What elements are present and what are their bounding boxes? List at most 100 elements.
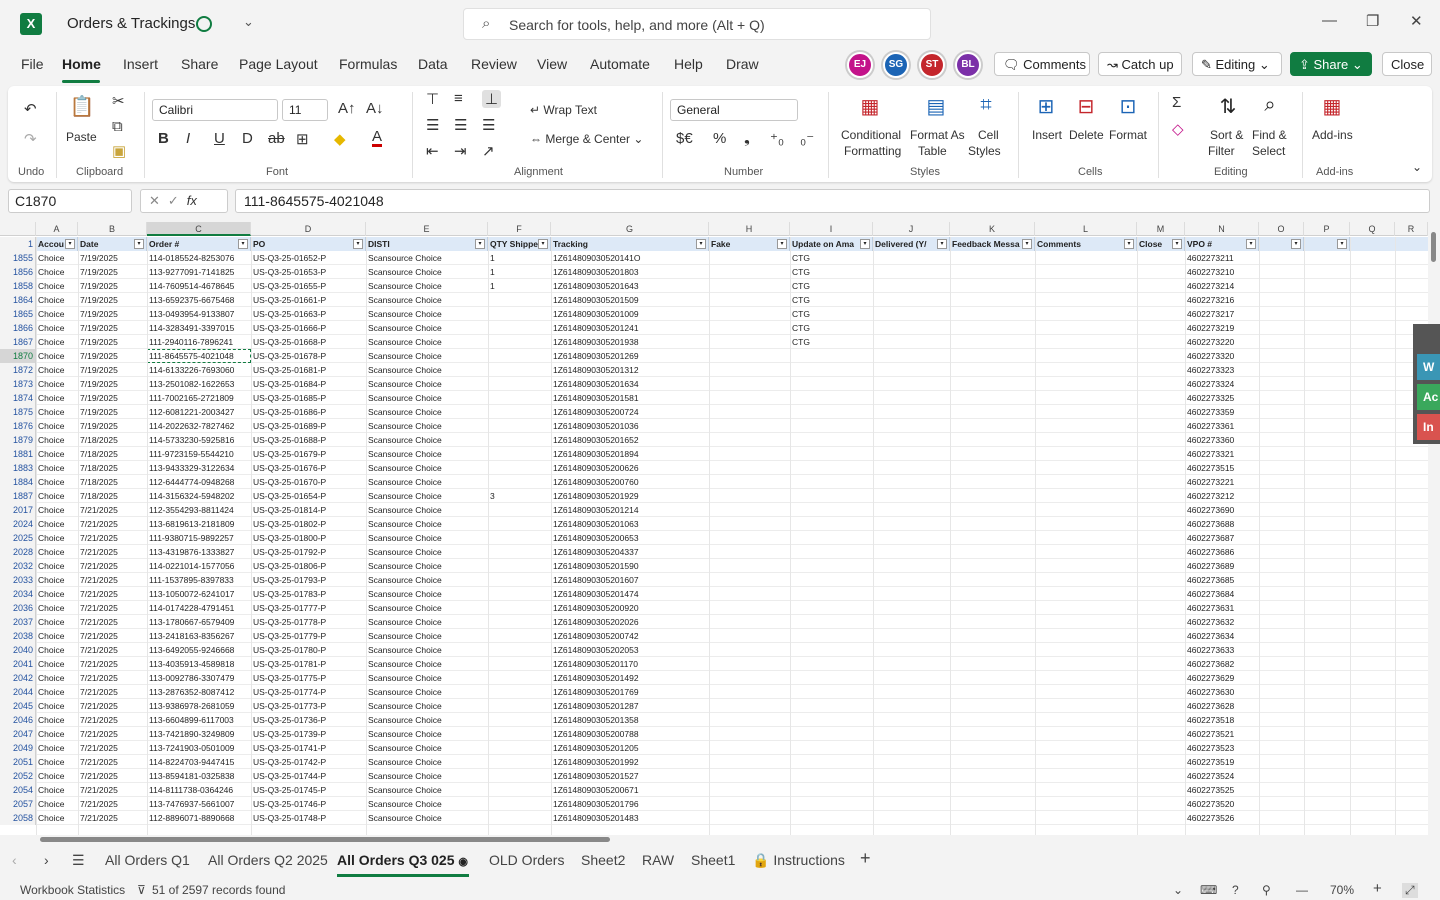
cell[interactable] — [1035, 391, 1137, 405]
cell[interactable]: Scansource Choice — [366, 587, 488, 601]
cell[interactable] — [1035, 335, 1137, 349]
cell[interactable]: 4602273515 — [1185, 461, 1259, 475]
cell[interactable]: 4602273524 — [1185, 769, 1259, 783]
cell[interactable]: Choice — [36, 741, 78, 755]
cell-styles-button[interactable]: Cell — [978, 128, 999, 142]
row-header[interactable]: 1855 — [0, 251, 36, 265]
column-header-k[interactable]: K — [950, 222, 1035, 236]
sort-filter-button[interactable]: Sort & — [1210, 128, 1243, 142]
cell[interactable]: 4602273684 — [1185, 587, 1259, 601]
cell[interactable] — [873, 433, 950, 447]
column-header-n[interactable]: N — [1185, 222, 1259, 236]
font-color-icon[interactable]: A — [372, 129, 383, 147]
column-header-j[interactable]: J — [873, 222, 950, 236]
cell[interactable] — [873, 265, 950, 279]
cell[interactable] — [488, 461, 551, 475]
close-button[interactable]: Close — [1382, 52, 1432, 76]
cell[interactable] — [1035, 433, 1137, 447]
cell[interactable]: CTG — [790, 251, 873, 265]
cell[interactable] — [950, 293, 1035, 307]
cell[interactable]: 1Z6148090305202026 — [551, 615, 709, 629]
cell[interactable]: 1Z6148090305201590 — [551, 559, 709, 573]
cell[interactable] — [488, 685, 551, 699]
cell[interactable]: 4602273219 — [1185, 321, 1259, 335]
row-header[interactable]: 1875 — [0, 405, 36, 419]
ribbon-collapse-chevron-icon[interactable]: ⌄ — [1412, 160, 1422, 174]
cell[interactable] — [790, 531, 873, 545]
cell[interactable]: 7/19/2025 — [78, 251, 147, 265]
cell[interactable]: 1Z6148090305201607 — [551, 573, 709, 587]
cell[interactable] — [790, 461, 873, 475]
cell[interactable]: 7/19/2025 — [78, 265, 147, 279]
cell[interactable]: Choice — [36, 461, 78, 475]
currency-format-button[interactable]: $€ — [676, 130, 693, 147]
cell[interactable] — [790, 629, 873, 643]
cell[interactable]: 113-2418163-8356267 — [147, 629, 251, 643]
cell[interactable] — [1137, 741, 1185, 755]
cell[interactable]: US-Q3-25-01689-P — [251, 419, 366, 433]
cell[interactable] — [873, 419, 950, 433]
menu-data[interactable]: Data — [418, 56, 448, 72]
cell[interactable] — [1035, 405, 1137, 419]
sheet-tab[interactable]: Sheet1 — [691, 852, 735, 868]
cell[interactable]: Choice — [36, 531, 78, 545]
cell[interactable] — [488, 503, 551, 517]
cell[interactable]: 4602273320 — [1185, 349, 1259, 363]
cell[interactable]: 4602273631 — [1185, 601, 1259, 615]
cell[interactable] — [873, 629, 950, 643]
cell[interactable]: US-Q3-25-01793-P — [251, 573, 366, 587]
column-header-b[interactable]: B — [78, 222, 147, 236]
cell[interactable] — [790, 769, 873, 783]
cell[interactable]: Choice — [36, 307, 78, 321]
cell[interactable] — [790, 685, 873, 699]
cell[interactable] — [950, 321, 1035, 335]
cell[interactable] — [790, 713, 873, 727]
filter-dropdown-icon[interactable]: ▾ — [1022, 239, 1032, 249]
row-header[interactable]: 1876 — [0, 419, 36, 433]
column-header-i[interactable]: I — [790, 222, 873, 236]
cell[interactable]: Scansource Choice — [366, 797, 488, 811]
filter-dropdown-icon[interactable]: ▾ — [134, 239, 144, 249]
row-header[interactable]: 2028 — [0, 545, 36, 559]
cell[interactable]: 7/21/2025 — [78, 531, 147, 545]
cell[interactable]: 7/21/2025 — [78, 783, 147, 797]
cell[interactable] — [873, 251, 950, 265]
cell[interactable] — [1035, 517, 1137, 531]
cell[interactable] — [790, 545, 873, 559]
cell[interactable] — [1137, 643, 1185, 657]
cell[interactable]: 1 — [488, 251, 551, 265]
cell[interactable]: 111-9723159-5544210 — [147, 447, 251, 461]
cell[interactable] — [950, 335, 1035, 349]
delete-cells-button[interactable]: Delete — [1069, 128, 1104, 142]
cell[interactable] — [1035, 559, 1137, 573]
cell[interactable]: 7/18/2025 — [78, 433, 147, 447]
cell[interactable] — [488, 349, 551, 363]
cell[interactable] — [1137, 713, 1185, 727]
cell[interactable]: CTG — [790, 335, 873, 349]
cell[interactable] — [790, 783, 873, 797]
cell[interactable]: 1Z6148090305201581 — [551, 391, 709, 405]
cell[interactable] — [873, 293, 950, 307]
cell[interactable] — [873, 279, 950, 293]
paste-icon[interactable]: 📋 — [66, 94, 98, 124]
cell[interactable] — [950, 797, 1035, 811]
cell[interactable] — [709, 405, 790, 419]
font-family-select[interactable]: Calibri — [152, 99, 278, 121]
cell[interactable] — [950, 657, 1035, 671]
avatar[interactable]: BL — [955, 52, 981, 78]
cell[interactable]: 7/18/2025 — [78, 447, 147, 461]
cell[interactable] — [1035, 615, 1137, 629]
cell[interactable] — [873, 559, 950, 573]
cell[interactable]: US-Q3-25-01663-P — [251, 307, 366, 321]
cell[interactable] — [1137, 769, 1185, 783]
catch-up-button[interactable]: ↝ Catch up — [1098, 52, 1182, 76]
cell[interactable] — [950, 783, 1035, 797]
cell[interactable]: 1Z6148090305204337 — [551, 545, 709, 559]
row-header[interactable]: 2032 — [0, 559, 36, 573]
cell[interactable] — [873, 363, 950, 377]
align-middle-icon[interactable]: ≡ — [454, 90, 463, 107]
cell[interactable] — [488, 363, 551, 377]
cell[interactable]: 1Z6148090305201312 — [551, 363, 709, 377]
cell[interactable]: 7/21/2025 — [78, 699, 147, 713]
cell[interactable]: Choice — [36, 363, 78, 377]
